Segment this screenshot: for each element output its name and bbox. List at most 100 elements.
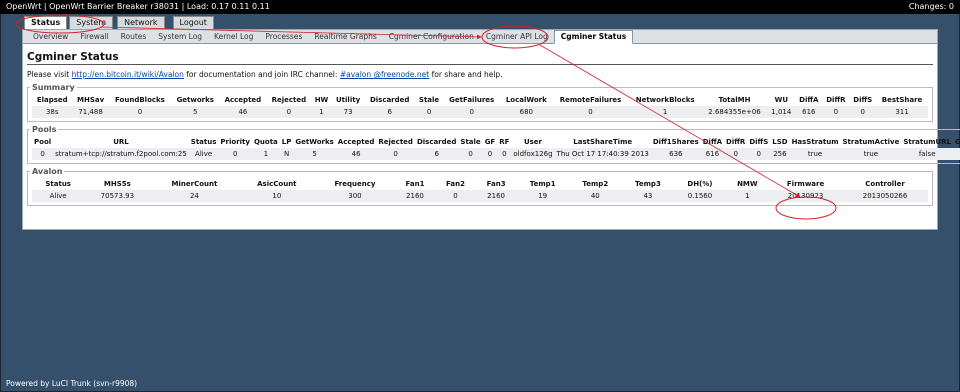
- table-cell: 0.1560: [674, 190, 726, 202]
- column-header: DiffS: [853, 96, 873, 104]
- page-panel: Overview Firewall Routes System Log Kern…: [22, 29, 960, 230]
- column-header: Fan1: [405, 180, 425, 188]
- column-header: DiffS: [749, 138, 769, 146]
- table-cell: 0: [376, 148, 415, 160]
- column-header: Fan2: [446, 180, 465, 188]
- column-header: Stale: [418, 96, 440, 104]
- summary-section: Summary Elapsed MHSav FoundBlocks Getworks A…: [27, 83, 933, 122]
- table-cell: Alive: [32, 190, 85, 202]
- menu-system[interactable]: System: [69, 16, 114, 29]
- table-cell: 5: [293, 148, 336, 160]
- table-cell: 1: [311, 106, 332, 118]
- tab-kernel-log[interactable]: Kernel Log: [208, 31, 259, 43]
- tab-firewall[interactable]: Firewall: [74, 31, 114, 43]
- table-cell: 0: [435, 190, 476, 202]
- table-cell: 300: [315, 190, 395, 202]
- column-header: DiffR: [826, 96, 846, 104]
- avalon-legend: Avalon: [32, 167, 63, 176]
- column-header: LocalWork: [505, 96, 547, 104]
- table-cell: 46: [219, 106, 267, 118]
- column-header: DiffR: [726, 138, 746, 146]
- column-header: Accepted: [224, 96, 262, 104]
- table-cell: 10: [238, 190, 316, 202]
- column-header: GBT: [955, 138, 960, 146]
- column-header: MHSav: [77, 96, 105, 104]
- tab-overview[interactable]: Overview: [27, 31, 74, 43]
- column-header: LP: [281, 138, 292, 146]
- tab-cgminer-configuration[interactable]: Cgminer Configuration: [383, 31, 480, 43]
- table-cell: 0: [414, 106, 444, 118]
- menu-network[interactable]: Network: [117, 16, 165, 29]
- column-header: Utility: [336, 96, 361, 104]
- table-cell: 19: [516, 190, 569, 202]
- tab-processes[interactable]: Processes: [259, 31, 308, 43]
- column-header: DH(%): [687, 180, 713, 188]
- intro-pre: Please visit: [27, 70, 72, 79]
- table-row: Alive 70573.93 24 10 300 2160 0 2160 19 40 43 0.156…: [32, 190, 928, 202]
- tab-system-log[interactable]: System Log: [152, 31, 208, 43]
- table-cell: 6: [364, 106, 415, 118]
- tab-routes[interactable]: Routes: [115, 31, 153, 43]
- column-header: TotalMH: [718, 96, 751, 104]
- irc-link[interactable]: #avalon @freenode.net: [340, 70, 429, 79]
- table-cell: 0: [497, 148, 512, 160]
- column-header: GF: [484, 138, 496, 146]
- table-cell: 0: [747, 148, 771, 160]
- table-cell: 5: [171, 106, 220, 118]
- table-body: 38s 71,488 0 5 46 0 1 73 6 0 0 680 0 1 2.684355e+06 1,0…: [32, 106, 928, 118]
- summary-table: Elapsed MHSav FoundBlocks Getworks Accepted R…: [32, 94, 928, 118]
- pools-section: Pools Pool URL Status Priority Quota LP GetWor…: [27, 125, 960, 164]
- tab-cgminer-status[interactable]: Cgminer Status: [553, 30, 634, 44]
- column-header: Elapsed: [36, 96, 68, 104]
- column-header: Status: [190, 138, 217, 146]
- table-cell: 1: [251, 148, 280, 160]
- column-header: Accepted: [337, 138, 375, 146]
- table-cell: 40: [569, 190, 622, 202]
- table-cell: 0: [32, 148, 54, 160]
- column-header: RF: [499, 138, 510, 146]
- column-header: WU: [774, 96, 788, 104]
- column-header: Temp1: [529, 180, 556, 188]
- column-header: User: [523, 138, 542, 146]
- main-menu: Status System Network Logout: [24, 16, 214, 29]
- menu-status[interactable]: Status: [24, 16, 68, 29]
- page-title: Cgminer Status: [27, 51, 933, 65]
- sub-menu: Overview Firewall Routes System Log Kern…: [23, 30, 937, 44]
- table-cell: 2013050266: [842, 190, 928, 202]
- column-header: Temp3: [635, 180, 661, 188]
- table-cell: true: [840, 148, 902, 160]
- column-header: LastShareTime: [573, 138, 633, 146]
- column-header: Stale: [460, 138, 481, 146]
- column-header: Frequency: [334, 180, 376, 188]
- table-cell: stratum+tcp://stratum.f2pool.com:25: [53, 148, 189, 160]
- tab-cgminer-api-log[interactable]: Cgminer API Log: [480, 31, 554, 43]
- menu-logout[interactable]: Logout: [172, 16, 214, 29]
- table-cell: 0: [552, 106, 629, 118]
- column-header: Status: [45, 180, 71, 188]
- column-header: GetFailures: [449, 96, 495, 104]
- summary-legend: Summary: [32, 83, 75, 92]
- wiki-link[interactable]: http://en.bitcoin.it/wiki/Avalon: [72, 70, 184, 79]
- changes-indicator[interactable]: Changes: 0: [909, 0, 954, 14]
- header-title: OpenWrt | OpenWrt Barrier Breaker r38031…: [6, 2, 270, 11]
- table-row: 0 stratum+tcp://stratum.f2pool.com:25 Aliv…: [32, 148, 960, 160]
- table-cell: 616: [795, 106, 823, 118]
- column-header: Quota: [253, 138, 278, 146]
- table-cell: 1,014: [767, 106, 796, 118]
- table-cell: 70573.93: [84, 190, 151, 202]
- tab-realtime-graphs[interactable]: Realtime Graphs: [308, 31, 382, 43]
- footer-text: Powered by LuCI Trunk (svn-r9908): [6, 379, 138, 388]
- pools-table: Pool URL Status Priority Quota LP GetWorks Acce…: [32, 136, 960, 160]
- table-cell: 680: [500, 106, 553, 118]
- table-cell: N: [279, 148, 294, 160]
- column-header: Getworks: [176, 96, 214, 104]
- main-content: Cgminer Status Please visit http://en.bi…: [23, 44, 960, 206]
- table-cell: 616: [700, 148, 725, 160]
- table-cell: 1: [725, 190, 770, 202]
- column-header: RemoteFailures: [559, 96, 622, 104]
- table-header-row: Pool URL Status Priority Quota LP GetWorks Acce…: [32, 136, 960, 148]
- column-header: BestShare: [881, 96, 923, 104]
- column-header: LSD: [772, 138, 788, 146]
- table-cell: Alive: [188, 148, 219, 160]
- table-cell: 0: [218, 148, 252, 160]
